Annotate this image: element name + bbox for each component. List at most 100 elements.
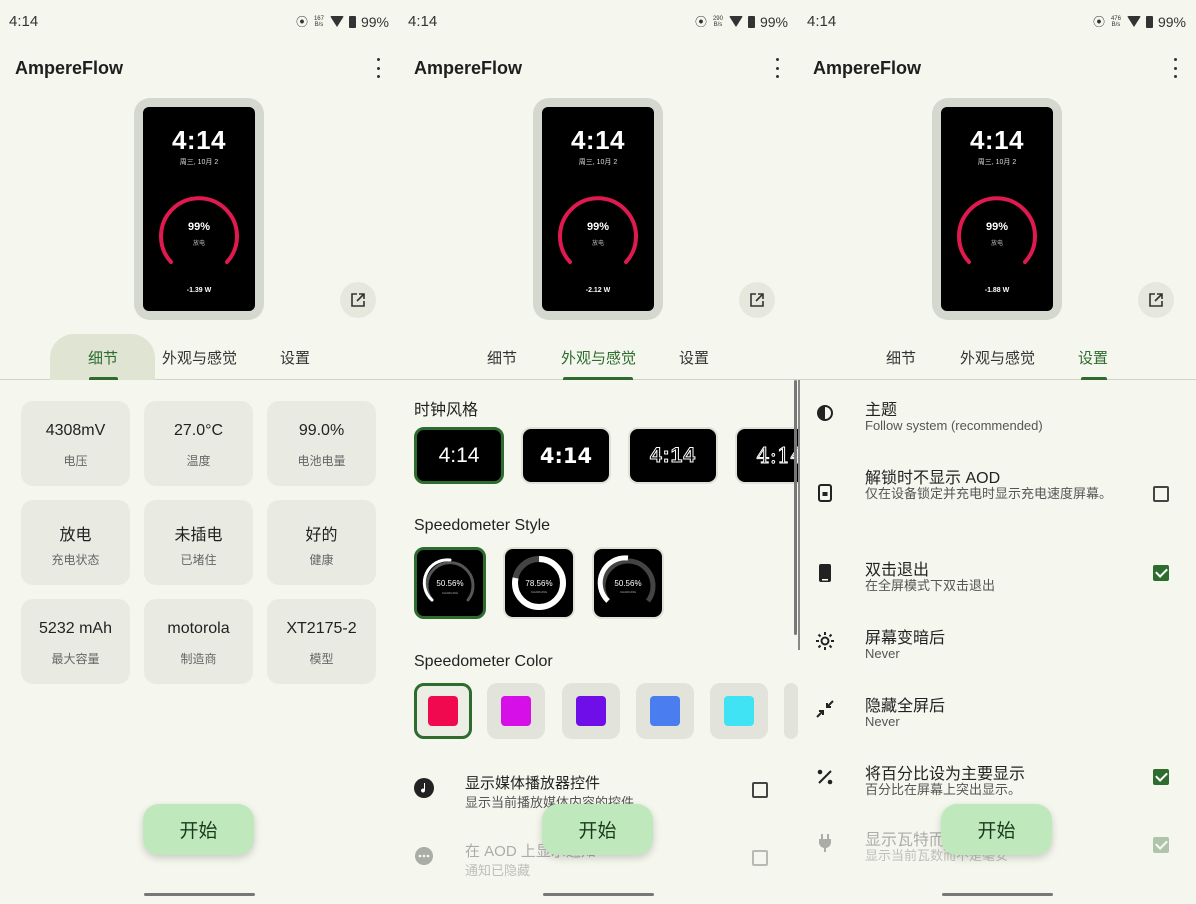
clock-style-option[interactable]: 4:14 [521,427,611,484]
preview-state: 放电 [990,241,1003,247]
start-button[interactable]: 开始 [542,804,653,855]
preview-percent: 99% [985,221,1009,233]
scrollbar[interactable] [794,380,797,635]
speedometer-style-title: Speedometer Style [414,517,551,534]
wifi-icon [1126,16,1141,27]
open-external-button[interactable] [1138,282,1174,318]
vibrate-icon: ⦿ [1092,15,1105,29]
app-bar: AmpereFlow [0,54,399,84]
aod-preview: 4:14 周三, 10月 2 99% 放电 -1.39 W [143,107,255,311]
double-tap-exit-checkbox[interactable] [1153,565,1169,581]
tab-settings[interactable]: 设置 [1078,347,1108,368]
speedometer-style-option[interactable]: 50.56% CHARGING [592,547,664,619]
tab-settings[interactable]: 设置 [679,347,709,368]
tab-details[interactable]: 细节 [88,347,118,368]
network-speed: 476 B/s [1110,15,1121,28]
brightness-icon [816,632,834,650]
start-button[interactable]: 开始 [143,804,254,855]
status-bar: 4:14 ⦿ 290 B/s 99% [399,0,798,42]
more-options-icon[interactable] [770,58,784,78]
info-card: XT2175-2 模型 [267,599,376,684]
battery-gauge [957,196,1037,264]
preview-time: 4:14 [969,125,1025,155]
show-watts-checkbox[interactable] [1153,837,1169,853]
color-option[interactable] [562,683,620,739]
tab-settings[interactable]: 设置 [280,347,310,368]
preview-date: 周三, 10月 2 [977,159,1017,166]
preview-percent: 99% [586,221,610,233]
app-title: AmpereFlow [15,58,124,78]
tab-details[interactable]: 细节 [886,347,916,368]
speedometer-style-option[interactable]: 50.56% CHARGING [414,547,486,619]
aod-notifications-checkbox[interactable] [752,850,768,866]
network-speed: 290 B/s [712,15,723,28]
hide-aod-checkbox[interactable] [1153,486,1169,502]
wifi-icon [728,16,743,27]
screen-look-and-feel: 4:14 ⦿ 290 B/s 99% AmpereFlow 4:14 周三, 1… [399,0,798,904]
clock-style-option[interactable]: 4:14 [628,427,718,484]
media-controls-checkbox[interactable] [752,782,768,798]
plug-icon [816,834,834,852]
battery-icon [747,15,755,28]
status-bar: 4:14 ⦿ 167 B/s 99% [0,0,399,42]
open-external-icon [1149,293,1163,307]
tab-indicator [563,377,633,380]
battery-gauge [558,196,638,264]
tab-look-and-feel[interactable]: 外观与感觉 [561,347,636,368]
tab-look-and-feel[interactable]: 外观与感觉 [960,347,1035,368]
info-card: 放电 充电状态 [21,500,130,585]
color-option[interactable] [487,683,545,739]
color-option[interactable] [710,683,768,739]
more-options-icon[interactable] [371,58,385,78]
app-title: AmpereFlow [813,58,922,78]
clock-style-option[interactable]: 4:14 [414,427,504,484]
start-button[interactable]: 开始 [941,804,1052,855]
app-title: AmpereFlow [414,58,523,78]
screen-details: 4:14 ⦿ 167 B/s 99% AmpereFlow 4:14 周三, 1… [0,0,399,904]
svg-text:CHARGING: CHARGING [531,590,548,594]
speedometer-style-option[interactable]: 78.56% CHARGING [503,547,575,619]
color-option[interactable] [414,683,472,739]
nav-handle[interactable] [543,893,654,896]
preview-time: 4:14 [570,125,626,155]
open-external-button[interactable] [340,282,376,318]
open-external-button[interactable] [739,282,775,318]
preview-percent: 99% [187,221,211,233]
color-option[interactable] [784,683,798,739]
tab-look-and-feel[interactable]: 外观与感觉 [162,347,237,368]
tab-indicator [1081,377,1107,380]
aod-preview-frame: 4:14 周三, 10月 2 99% 放电 -1.39 W [134,98,264,320]
clock-style-option[interactable]: 4:14 [735,427,798,484]
nav-handle[interactable] [144,893,255,896]
tab-details[interactable]: 细节 [487,347,517,368]
wifi-icon [329,16,344,27]
app-bar: AmpereFlow [399,54,798,84]
status-time: 4:14 [807,13,837,30]
percent-icon [816,768,834,786]
more-options-icon[interactable] [1168,58,1182,78]
percent-primary-checkbox[interactable] [1153,769,1169,785]
battery-icon [348,15,356,28]
aod-preview-frame: 4:14 周三, 10月 2 99% 放电 -2.12 W [533,98,663,320]
color-option[interactable] [636,683,694,739]
vibrate-icon: ⦿ [295,15,308,29]
info-card: motorola 制造商 [144,599,253,684]
aod-preview: 4:14 周三, 10月 2 99% 放电 -1.88 W [941,107,1053,311]
collapse-icon [816,700,834,718]
tab-bar: 细节 外观与感觉 设置 [0,334,399,380]
network-speed: 167 B/s [313,15,324,28]
nav-handle[interactable] [942,893,1053,896]
tab-bar: 细节 外观与感觉 设置 [798,334,1196,380]
preview-date: 周三, 10月 2 [578,159,618,166]
preview-state: 放电 [192,241,205,247]
info-card: 好的 健康 [267,500,376,585]
preview-watts: -2.12 W [585,287,611,294]
aod-preview-frame: 4:14 周三, 10月 2 99% 放电 -1.88 W [932,98,1062,320]
battery-gauge [159,196,239,264]
open-external-icon [351,293,365,307]
tab-bar: 细节 外观与感觉 设置 [399,334,798,380]
status-time: 4:14 [9,13,39,30]
svg-text:CHARGING: CHARGING [442,591,459,595]
aod-preview: 4:14 周三, 10月 2 99% 放电 -2.12 W [542,107,654,311]
svg-text:50.56%: 50.56% [614,579,641,588]
